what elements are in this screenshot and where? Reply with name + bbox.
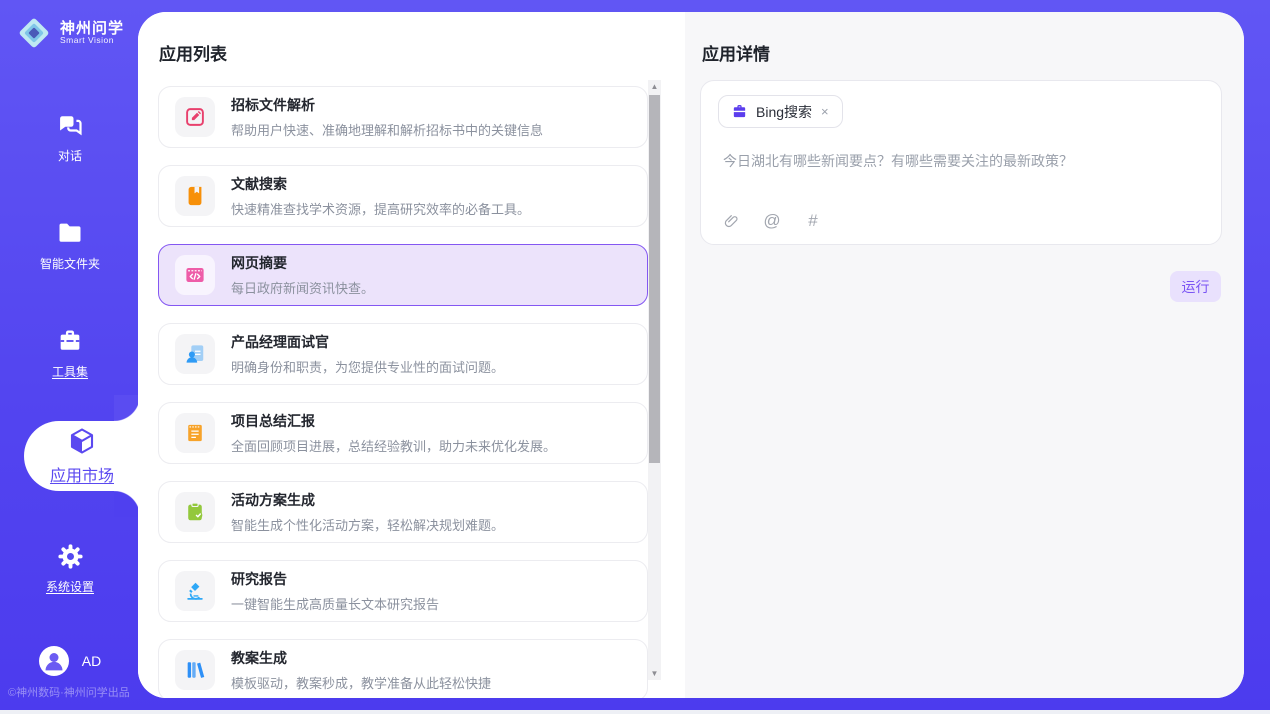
user-account[interactable]: AD: [0, 646, 140, 676]
chat-icon: [55, 110, 85, 140]
app-logo: 神州问学 Smart Vision: [0, 15, 140, 51]
scroll-up-arrow-icon[interactable]: ▲: [648, 80, 661, 93]
app-item-subtitle: 模板驱动，教案秒成，教学准备从此轻松快捷: [231, 673, 491, 692]
logo-diamond-icon: [16, 15, 52, 51]
note-icon: [175, 413, 215, 453]
copyright-footer: ©神州数码·神州问学出品: [8, 684, 140, 700]
close-icon[interactable]: ×: [820, 104, 830, 119]
app-item-title: 教案生成: [231, 648, 491, 668]
app-list-item-project-summary[interactable]: 项目总结汇报 全面回顾项目进展，总结经验教训，助力未来优化发展。: [158, 402, 648, 464]
briefcase-icon: [731, 103, 748, 120]
sidebar-item-app-market[interactable]: 应用市场: [24, 421, 140, 491]
app-item-title: 活动方案生成: [231, 490, 504, 510]
scroll-down-arrow-icon[interactable]: ▼: [648, 667, 661, 680]
app-list-item-web-summary[interactable]: 网页摘要 每日政府新闻资讯快查。: [158, 244, 648, 306]
prompt-card: Bing搜索 × 今日湖北有哪些新闻要点？有哪些需要关注的最新政策？ @ #: [700, 80, 1222, 245]
sidebar-item-label: 应用市场: [50, 462, 114, 486]
toolbox-icon: [55, 326, 85, 356]
sidebar-item-label: 工具集: [52, 363, 88, 380]
sidebar-item-toolbox[interactable]: 工具集: [0, 326, 140, 380]
mention-icon[interactable]: @: [762, 211, 782, 231]
avatar: [39, 646, 69, 676]
app-list-scrollbar[interactable]: ▲ ▼: [648, 80, 661, 680]
sidebar: 神州问学 Smart Vision 对话 智能文件夹: [0, 0, 140, 710]
window-bottom-edge: [0, 710, 1270, 714]
sidebar-item-label: 系统设置: [46, 578, 94, 595]
microscope-icon: [175, 571, 215, 611]
app-list-item-research-report[interactable]: 研究报告 一键智能生成高质量长文本研究报告: [158, 560, 648, 622]
sidebar-item-label: 智能文件夹: [40, 255, 100, 272]
browser-code-icon: [175, 255, 215, 295]
input-toolbar: @ #: [721, 211, 823, 231]
app-item-subtitle: 帮助用户快速、准确地理解和解析招标书中的关键信息: [231, 120, 543, 139]
sidebar-item-smart-folder[interactable]: 智能文件夹: [0, 218, 140, 272]
app-item-subtitle: 明确身份和职责，为您提供专业性的面试问题。: [231, 357, 504, 376]
interviewer-icon: [175, 334, 215, 374]
books-icon: [175, 650, 215, 690]
app-list-item-event-plan[interactable]: 活动方案生成 智能生成个性化活动方案，轻松解决规划难题。: [158, 481, 648, 543]
app-list-item-literature-search[interactable]: 文献搜索 快速精准查找学术资源，提高研究效率的必备工具。: [158, 165, 648, 227]
sidebar-item-settings[interactable]: 系统设置: [0, 541, 140, 595]
main-panel: 应用列表 招标文件解析 帮助用户快速、准确地理解和解析招标书中的关键信息: [138, 12, 1244, 698]
app-item-title: 招标文件解析: [231, 95, 543, 115]
app-list-item-pm-interviewer[interactable]: 产品经理面试官 明确身份和职责，为您提供专业性的面试问题。: [158, 323, 648, 385]
app-list-panel: 应用列表 招标文件解析 帮助用户快速、准确地理解和解析招标书中的关键信息: [138, 12, 685, 698]
app-list-title: 应用列表: [159, 40, 227, 65]
user-name: AD: [82, 653, 101, 669]
sidebar-item-label: 对话: [58, 147, 82, 164]
folder-icon: [55, 218, 85, 248]
scrollbar-thumb[interactable]: [649, 95, 660, 463]
app-item-subtitle: 全面回顾项目进展，总结经验教训，助力未来优化发展。: [231, 436, 556, 455]
attachment-icon[interactable]: [721, 211, 741, 231]
app-item-subtitle: 智能生成个性化活动方案，轻松解决规划难题。: [231, 515, 504, 534]
cube-icon: [67, 426, 97, 456]
app-item-title: 研究报告: [231, 569, 439, 589]
app-item-title: 网页摘要: [231, 253, 374, 273]
sidebar-item-chat[interactable]: 对话: [0, 110, 140, 164]
app-detail-title: 应用详情: [702, 40, 770, 65]
prompt-input[interactable]: 今日湖北有哪些新闻要点？有哪些需要关注的最新政策？: [723, 151, 1193, 171]
gear-icon: [55, 541, 85, 571]
app-item-subtitle: 快速精准查找学术资源，提高研究效率的必备工具。: [231, 199, 530, 218]
hash-icon[interactable]: #: [803, 211, 823, 231]
tool-tag-bing-search[interactable]: Bing搜索 ×: [718, 95, 843, 128]
tool-tag-label: Bing搜索: [756, 102, 812, 122]
app-item-title: 文献搜索: [231, 174, 530, 194]
app-item-title: 项目总结汇报: [231, 411, 556, 431]
app-list-item-lesson-plan[interactable]: 教案生成 模板驱动，教案秒成，教学准备从此轻松快捷: [158, 639, 648, 698]
book-icon: [175, 176, 215, 216]
clipboard-check-icon: [175, 492, 215, 532]
app-detail-panel: 应用详情 Bing搜索 × 今日湖北有哪些新闻要点？有哪些需要关注的最新政策？: [685, 12, 1244, 698]
app-item-title: 产品经理面试官: [231, 332, 504, 352]
app-title: 神州问学: [60, 21, 124, 37]
app-list-item-bid-parse[interactable]: 招标文件解析 帮助用户快速、准确地理解和解析招标书中的关键信息: [158, 86, 648, 148]
run-button[interactable]: 运行: [1170, 271, 1221, 302]
app-tagline: Smart Vision: [60, 36, 124, 45]
pen-square-icon: [175, 97, 215, 137]
app-item-subtitle: 一键智能生成高质量长文本研究报告: [231, 594, 439, 613]
app-item-subtitle: 每日政府新闻资讯快查。: [231, 278, 374, 297]
